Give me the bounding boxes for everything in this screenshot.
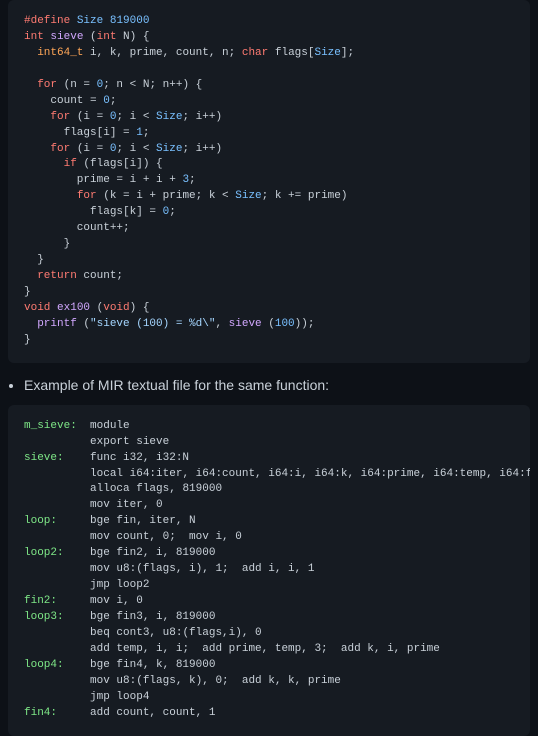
- code-line: fin4: add count, count, 1: [24, 706, 514, 722]
- code-line: for (i = 0; i < Size; i++): [24, 142, 514, 158]
- code-line: jmp loop2: [24, 578, 514, 594]
- code-line: sieve: func i32, i32:N: [24, 451, 514, 467]
- code-line: loop3: bge fin3, i, 819000: [24, 610, 514, 626]
- mir-code-block: m_sieve: module export sieve sieve: func…: [8, 405, 530, 736]
- code-line: if (flags[i]) {: [24, 157, 514, 173]
- code-line: mov iter, 0: [24, 498, 514, 514]
- c-code-block: #define Size 819000 int sieve (int N) { …: [8, 0, 530, 363]
- code-line: mov u8:(flags, k), 0; add k, k, prime: [24, 674, 514, 690]
- code-line: prime = i + i + 3;: [24, 173, 514, 189]
- code-line: printf ("sieve (100) = %d\", sieve (100)…: [24, 317, 514, 333]
- bullet-list: Example of MIR textual file for the same…: [24, 377, 530, 393]
- code-line: beq cont3, u8:(flags,i), 0: [24, 626, 514, 642]
- code-line: int sieve (int N) {: [24, 30, 514, 46]
- code-line: loop: bge fin, iter, N: [24, 514, 514, 530]
- code-line: #define Size 819000: [24, 14, 514, 30]
- code-line: m_sieve: module: [24, 419, 514, 435]
- code-line: loop4: bge fin4, k, 819000: [24, 658, 514, 674]
- code-line: return count;: [24, 269, 514, 285]
- code-line: export sieve: [24, 435, 514, 451]
- code-line: for (i = 0; i < Size; i++): [24, 110, 514, 126]
- code-line: flags[i] = 1;: [24, 126, 514, 142]
- code-line: void ex100 (void) {: [24, 301, 514, 317]
- bullet-text: Example of MIR textual file for the same…: [24, 377, 329, 393]
- code-line: }: [24, 285, 514, 301]
- code-line: mov u8:(flags, i), 1; add i, i, 1: [24, 562, 514, 578]
- code-line: }: [24, 253, 514, 269]
- code-line: count++;: [24, 221, 514, 237]
- code-line: jmp loop4: [24, 690, 514, 706]
- code-line: for (n = 0; n < N; n++) {: [24, 78, 514, 94]
- code-line: for (k = i + prime; k < Size; k += prime…: [24, 189, 514, 205]
- code-line: }: [24, 333, 514, 349]
- code-line: flags[k] = 0;: [24, 205, 514, 221]
- code-line: [24, 62, 514, 78]
- code-line: mov count, 0; mov i, 0: [24, 530, 514, 546]
- code-line: local i64:iter, i64:count, i64:i, i64:k,…: [24, 467, 514, 483]
- code-line: add temp, i, i; add prime, temp, 3; add …: [24, 642, 514, 658]
- code-line: }: [24, 237, 514, 253]
- code-line: fin2: mov i, 0: [24, 594, 514, 610]
- code-line: int64_t i, k, prime, count, n; char flag…: [24, 46, 514, 62]
- code-line: count = 0;: [24, 94, 514, 110]
- bullet-item: Example of MIR textual file for the same…: [24, 377, 530, 393]
- code-line: loop2: bge fin2, i, 819000: [24, 546, 514, 562]
- code-line: alloca flags, 819000: [24, 482, 514, 498]
